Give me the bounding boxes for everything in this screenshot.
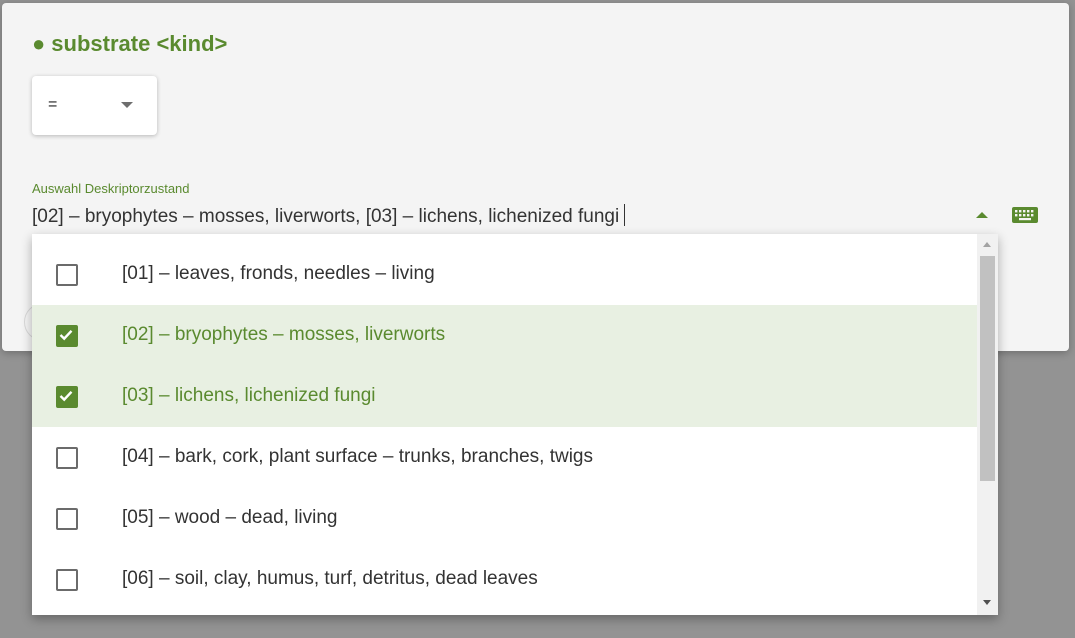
checkbox[interactable]	[56, 447, 78, 469]
dialog-title: ● substrate <kind>	[32, 31, 227, 57]
scroll-up-arrow-icon[interactable]	[983, 242, 991, 247]
chevron-up-icon[interactable]	[976, 212, 988, 218]
state-field-value: [02] – bryophytes – mosses, liverworts, …	[32, 204, 626, 228]
state-field-label: Auswahl Deskriptorzustand	[32, 181, 190, 196]
check-icon	[59, 329, 73, 341]
state-multiselect-input[interactable]: [02] – bryophytes – mosses, liverworts, …	[32, 199, 998, 237]
option-row-01[interactable]: [01] – leaves, fronds, needles – living	[32, 244, 977, 305]
option-label: [02] – bryophytes – mosses, liverworts	[122, 324, 446, 345]
checkbox[interactable]	[56, 569, 78, 591]
checkbox[interactable]	[56, 508, 78, 530]
option-label: [06] – soil, clay, humus, turf, detritus…	[122, 568, 538, 589]
dialog-title-text: substrate <kind>	[51, 31, 228, 56]
check-icon	[59, 390, 73, 402]
state-field-value-text: [02] – bryophytes – mosses, liverworts, …	[32, 206, 620, 227]
checkbox[interactable]	[56, 386, 78, 408]
status-dot-icon: ●	[32, 31, 46, 56]
operator-value: =	[48, 96, 58, 113]
option-row-03[interactable]: [03] – lichens, lichenized fungi	[32, 366, 977, 427]
operator-select[interactable]: =	[32, 76, 157, 135]
option-row-05[interactable]: [05] – wood – dead, living	[32, 488, 977, 549]
option-label: [05] – wood – dead, living	[122, 507, 338, 528]
option-row-04[interactable]: [04] – bark, cork, plant surface – trunk…	[32, 427, 977, 488]
scrollbar-thumb[interactable]	[980, 256, 995, 481]
option-label: [01] – leaves, fronds, needles – living	[122, 263, 435, 284]
state-dropdown-list: [01] – leaves, fronds, needles – living …	[32, 234, 998, 615]
option-label: [04] – bark, cork, plant surface – trunk…	[122, 446, 594, 467]
scroll-down-arrow-icon[interactable]	[983, 600, 991, 605]
option-row-02[interactable]: [02] – bryophytes – mosses, liverworts	[32, 305, 977, 366]
text-caret	[624, 204, 626, 226]
checkbox[interactable]	[56, 264, 78, 286]
keyboard-icon[interactable]	[1011, 204, 1039, 226]
option-row-06[interactable]: [06] – soil, clay, humus, turf, detritus…	[32, 549, 977, 610]
scrollbar[interactable]	[977, 234, 998, 615]
chevron-down-icon	[121, 102, 133, 108]
checkbox[interactable]	[56, 325, 78, 347]
option-label: [03] – lichens, lichenized fungi	[122, 385, 376, 406]
